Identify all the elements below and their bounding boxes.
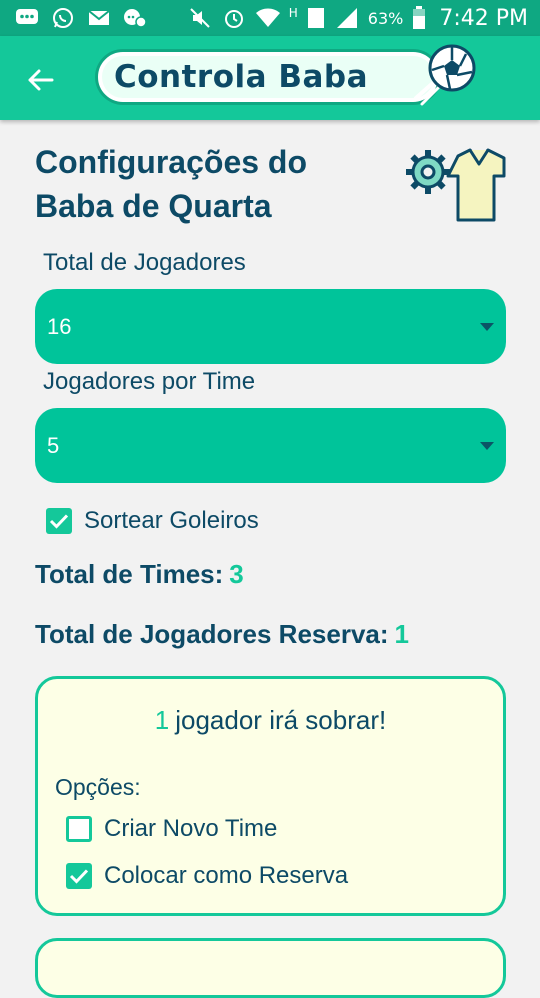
leftover-text: jogador irá sobrar!	[175, 705, 387, 735]
checkmark-icon	[49, 514, 69, 529]
alarm-icon	[221, 6, 247, 30]
app-bar: Controla Baba	[0, 36, 540, 120]
chat-icon	[122, 6, 148, 30]
create-new-team-row: Criar Novo Time	[66, 815, 277, 843]
draw-goalkeepers-label: Sortear Goleiros	[84, 507, 259, 534]
total-teams-value: 3	[229, 559, 244, 589]
checkmark-icon	[69, 869, 89, 884]
options-label: Opções:	[55, 774, 141, 800]
email-icon	[86, 6, 112, 30]
total-players-label: Total de Jogadores	[43, 249, 246, 276]
create-new-team-label: Criar Novo Time	[104, 815, 278, 842]
mute-icon	[187, 6, 213, 30]
logo-text: Controla Baba	[114, 59, 369, 95]
messaging-icon	[14, 6, 40, 30]
players-per-team-value: 5	[47, 432, 60, 458]
draw-goalkeepers-row: Sortear Goleiros	[46, 507, 259, 535]
settings-illustration	[406, 148, 506, 222]
set-as-reserve-label: Colocar como Reserva	[104, 862, 349, 889]
total-teams-label: Total de Times:	[35, 559, 224, 589]
wifi-icon	[255, 6, 281, 30]
set-as-reserve-row: Colocar como Reserva	[66, 862, 348, 890]
total-reserve-value: 1	[394, 619, 409, 649]
draw-goalkeepers-checkbox[interactable]	[46, 508, 72, 534]
set-as-reserve-checkbox[interactable]	[66, 863, 92, 889]
players-per-team-label: Jogadores por Time	[43, 368, 256, 395]
players-per-team-select[interactable]: 5	[35, 408, 506, 483]
leftover-players-card: 1 jogador irá sobrar! Opções: Criar Novo …	[35, 676, 506, 916]
soccer-ball-icon	[414, 44, 476, 106]
sim-icon	[306, 6, 326, 30]
whatsapp-icon	[50, 6, 76, 30]
dropdown-caret-icon	[480, 323, 494, 331]
signal-icon	[334, 6, 360, 30]
page-title-line-1: Configurações do	[35, 144, 308, 180]
network-type: H	[288, 6, 298, 20]
leftover-count: 1	[154, 705, 170, 735]
shirt-icon	[446, 148, 506, 222]
next-card	[35, 938, 506, 998]
total-reserve-stat: Total de Jogadores Reserva: 1	[35, 619, 409, 650]
status-bar: H 63% 7:42 PM	[0, 0, 540, 36]
gear-icon	[406, 150, 450, 194]
total-teams-stat: Total de Times: 3	[35, 559, 244, 590]
back-arrow-icon	[28, 69, 54, 91]
app-logo: Controla Baba	[98, 52, 438, 102]
battery-percent: 63%	[367, 8, 404, 28]
back-button[interactable]	[18, 58, 62, 102]
create-new-team-checkbox[interactable]	[66, 816, 92, 842]
dropdown-caret-icon	[480, 442, 494, 450]
battery-icon	[411, 6, 427, 30]
page-title-line-2: Baba de Quarta	[35, 188, 272, 224]
page-title: Configurações do Baba de Quarta	[35, 140, 365, 228]
clock: 7:42 PM	[439, 5, 528, 31]
total-players-select[interactable]: 16	[35, 289, 506, 364]
total-players-value: 16	[47, 313, 72, 339]
leftover-message: 1 jogador irá sobrar!	[38, 705, 503, 736]
total-reserve-label: Total de Jogadores Reserva:	[35, 619, 389, 649]
